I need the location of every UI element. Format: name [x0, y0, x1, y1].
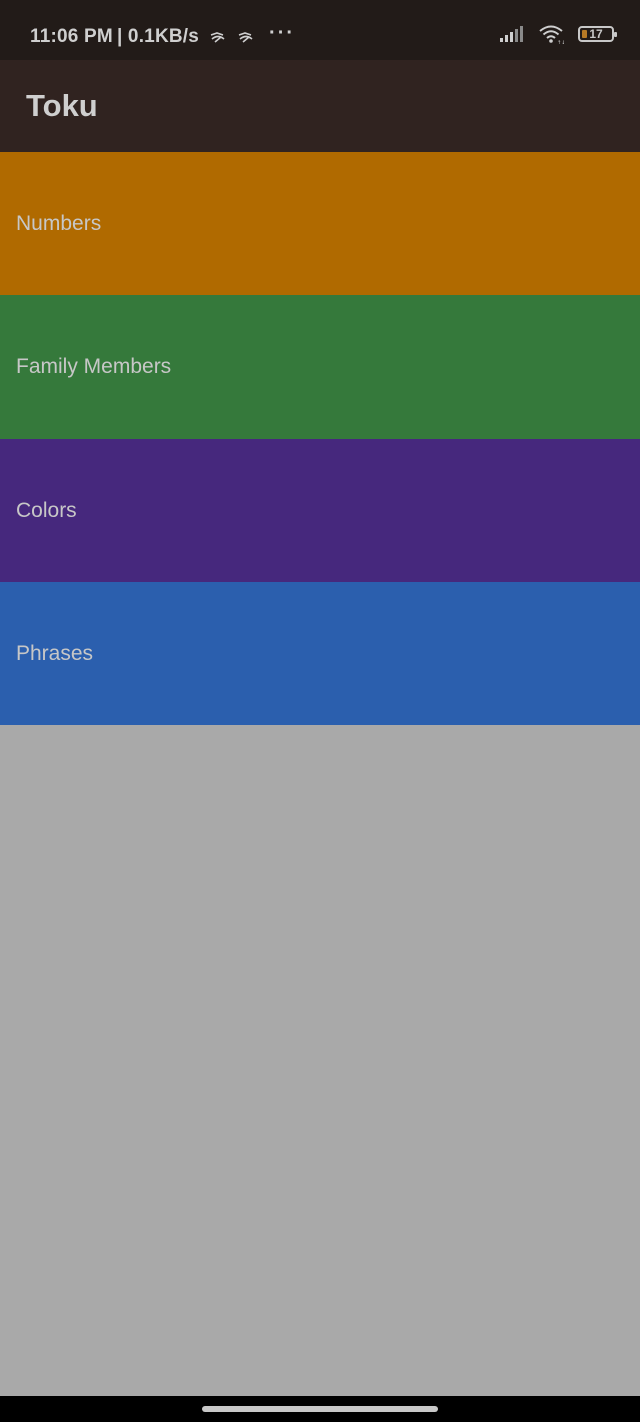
battery-fill — [582, 30, 587, 38]
category-label: Numbers — [16, 211, 102, 235]
notification-app-icon — [210, 32, 225, 43]
category-item-phrases[interactable]: Phrases — [0, 582, 640, 725]
category-label: Family Members — [16, 355, 172, 378]
status-time: 11:06 PM — [30, 26, 113, 47]
category-label: Colors — [16, 498, 77, 522]
category-list: Numbers Family Members Colors Phrases — [0, 152, 640, 725]
status-right: ↑↓ 17 — [500, 24, 617, 44]
app-bar: Toku — [0, 60, 640, 152]
battery-icon: 17 — [578, 26, 617, 42]
category-item-family-members[interactable]: Family Members — [0, 295, 640, 439]
status-left: 11:06 PM | 0.1KB/s ··· — [30, 22, 296, 48]
network-speed: | 0.1KB/s — [116, 26, 200, 47]
category-item-numbers[interactable]: Numbers — [0, 152, 640, 295]
signal-icon — [500, 26, 523, 42]
notification-app-icon — [238, 32, 253, 43]
wifi-icon: ↑↓ — [539, 25, 564, 44]
app-title: Toku — [26, 88, 98, 123]
navigation-bar — [0, 1396, 640, 1422]
category-item-colors[interactable]: Colors — [0, 439, 640, 582]
home-gesture-handle[interactable] — [202, 1406, 438, 1412]
battery-level: 17 — [589, 27, 603, 41]
svg-text:↑↓: ↑↓ — [557, 40, 564, 44]
category-label: Phrases — [16, 641, 94, 665]
status-bar: 11:06 PM | 0.1KB/s ··· ↑↓ 17 — [0, 0, 640, 60]
more-notifications-icon: ··· — [269, 22, 296, 44]
